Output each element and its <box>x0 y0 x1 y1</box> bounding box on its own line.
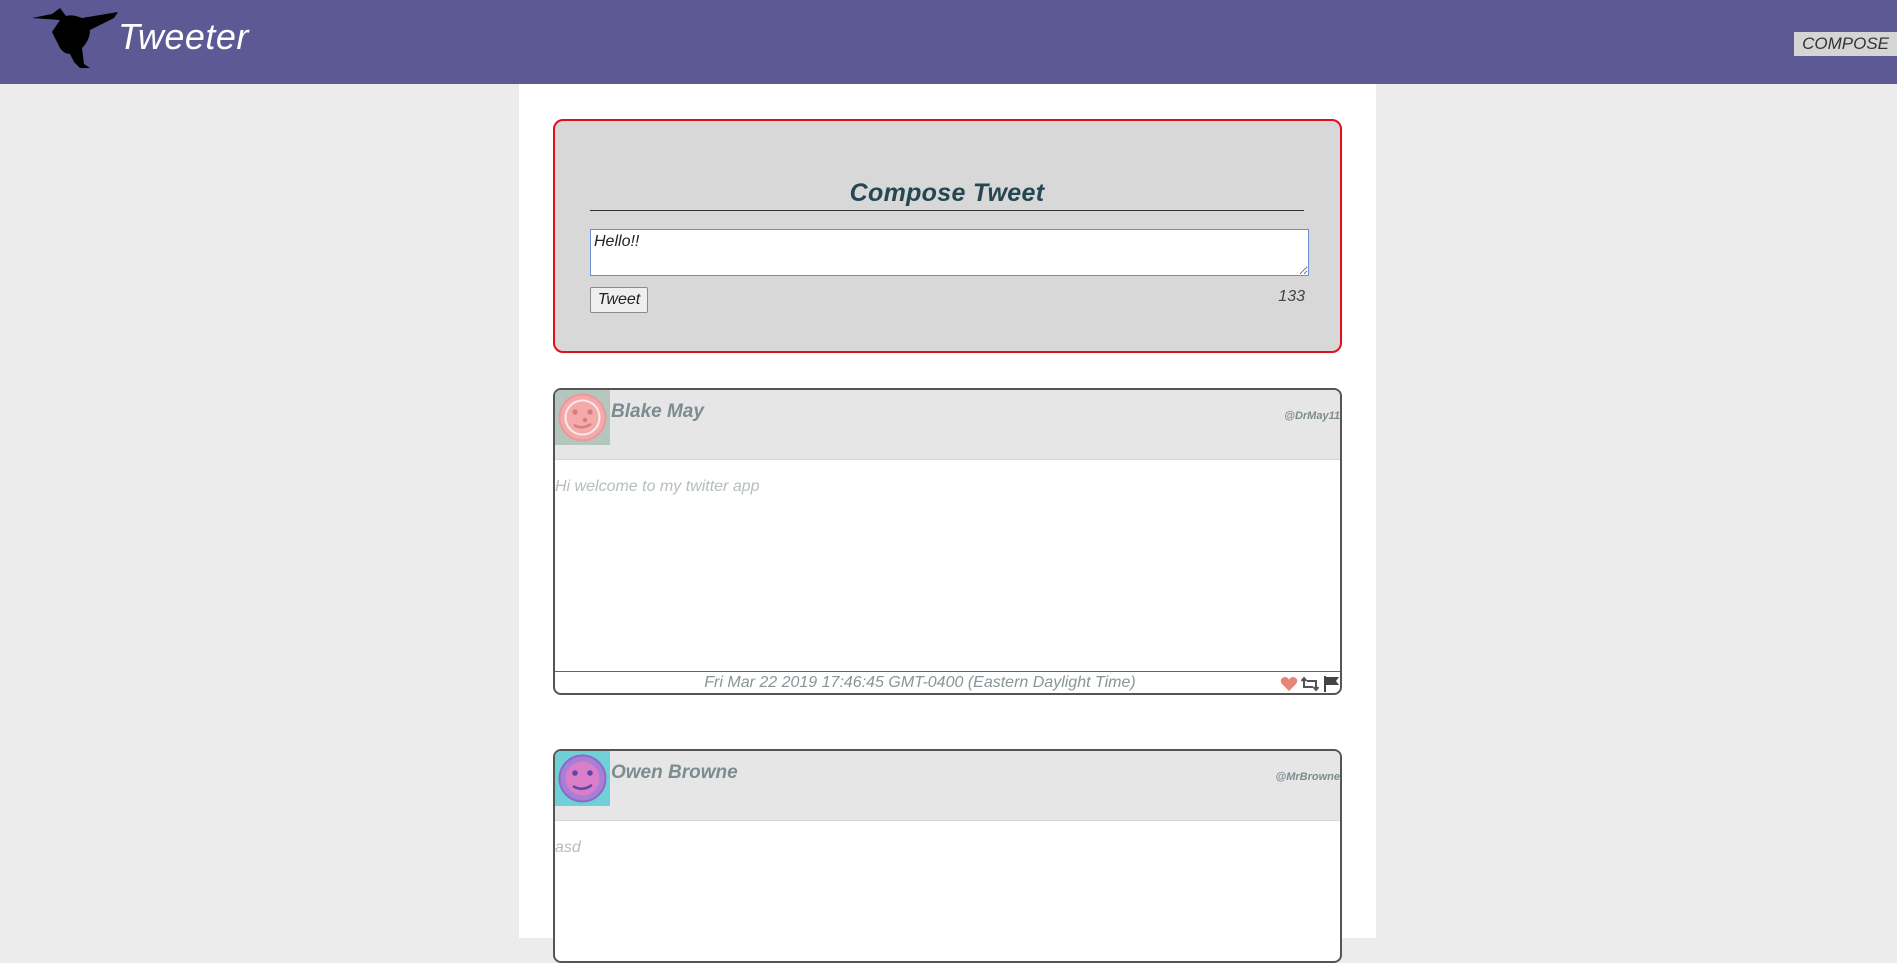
retweet-icon[interactable] <box>1300 675 1320 693</box>
main-content: Compose Tweet Hello!! Tweet 133 Blake Ma… <box>519 84 1376 963</box>
tweet-author-handle: @MrBrowne <box>1275 771 1340 783</box>
brand-title[interactable]: Tweeter <box>118 16 249 58</box>
tweet-textarea[interactable]: Hello!! <box>590 229 1309 276</box>
compose-divider <box>590 210 1304 211</box>
tweet-author-handle: @DrMay11 <box>1284 410 1340 422</box>
avatar <box>555 390 610 445</box>
compose-nav-button[interactable]: COMPOSE <box>1794 32 1897 56</box>
compose-title: Compose Tweet <box>849 179 1045 207</box>
tweet-author-name: Blake May <box>611 401 704 422</box>
hummingbird-logo-icon <box>32 8 118 68</box>
tweet-header: Blake May @DrMay11 <box>555 390 1340 460</box>
tweet-submit-button[interactable]: Tweet <box>590 287 648 313</box>
tweet-text: Hi welcome to my twitter app <box>555 478 760 495</box>
tweet-card: Owen Browne @MrBrowne asd <box>553 749 1342 963</box>
top-navbar: Tweeter COMPOSE <box>0 0 1897 84</box>
character-counter: 133 <box>1278 288 1305 305</box>
tweet-actions <box>1280 675 1340 693</box>
avatar <box>555 751 610 806</box>
flag-icon[interactable] <box>1322 675 1340 693</box>
tweet-footer: Fri Mar 22 2019 17:46:45 GMT-0400 (Easte… <box>555 671 1340 693</box>
tweet-timestamp: Fri Mar 22 2019 17:46:45 GMT-0400 (Easte… <box>704 674 1136 691</box>
heart-icon[interactable] <box>1280 675 1298 693</box>
tweet-author-name: Owen Browne <box>611 762 738 783</box>
tweet-text: asd <box>555 839 581 856</box>
tweet-card: Blake May @DrMay11 Hi welcome to my twit… <box>553 388 1342 695</box>
compose-tweet-panel: Compose Tweet Hello!! Tweet 133 <box>553 119 1342 353</box>
tweet-header: Owen Browne @MrBrowne <box>555 751 1340 821</box>
